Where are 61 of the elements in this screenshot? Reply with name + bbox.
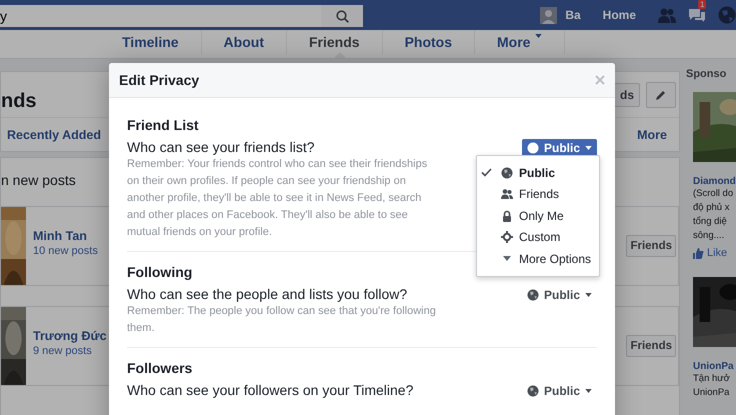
audience-option[interactable]: More Options [477,248,599,270]
search-button[interactable] [321,5,363,27]
friends-button[interactable]: Friends [626,235,676,257]
ad-title[interactable]: Diamond [693,176,736,187]
audience-selector[interactable]: Public [522,382,597,400]
audience-option[interactable]: Friends [477,184,599,205]
like-link[interactable]: Like [693,247,736,259]
close-icon [595,75,605,85]
friend-name[interactable]: Minh Tan [33,229,98,243]
audience-option[interactable]: Public [477,162,599,184]
ad-text: UnionPa [693,386,730,400]
section-heading: Friend List [127,117,200,133]
profile-tab[interactable]: Photos [382,30,476,54]
caret-icon [585,293,592,297]
sponsored-title: Sponso [686,68,728,80]
avatar-icon[interactable] [540,6,558,24]
privacy-question: Who can see the people and lists you follow? [127,285,408,303]
ad-text: sông.... [693,229,726,243]
messages-icon[interactable] [688,7,706,23]
dialog-title: Edit Privacy [119,72,200,88]
more-link[interactable]: More [637,128,667,142]
friend-name[interactable]: Trương Đức [33,329,107,343]
check-icon [481,168,492,177]
caret-icon [585,146,592,150]
audience-option[interactable]: Custom [477,226,599,248]
search-icon [336,10,348,22]
edit-button[interactable] [646,82,676,108]
posts-count[interactable]: 9 new posts [33,345,107,357]
privacy-question: Who can see your friends list? [127,138,316,156]
people-icon [501,188,513,200]
ad-text: (Scroll do [693,187,734,201]
caret-icon [503,256,511,262]
profile-tab[interactable]: Timeline [100,30,202,54]
subheading: n new posts [1,171,76,190]
audience-option[interactable]: Only Me [477,205,599,226]
caret-icon [535,34,542,38]
privacy-note: Remember: The people you follow can see that you're following them. [127,304,437,336]
ad-text: tổng diệ [693,215,728,229]
ad-title[interactable]: UnionPa [693,361,736,372]
section-heading: Followers [127,360,194,376]
profile-link[interactable]: Ba [565,8,581,22]
friends-button[interactable]: Friends [626,335,676,357]
ad-text: độ phủ x [693,201,730,215]
lock-icon [501,210,513,222]
caret-icon [585,389,592,393]
thumbs-up-icon [693,248,704,258]
filter-link[interactable]: Recently Added [7,128,102,142]
audience-selector[interactable]: Public [522,286,597,304]
search-field[interactable]: y [0,5,321,27]
home-link[interactable]: Home [602,8,636,22]
profile-tab[interactable]: About [202,30,287,54]
pencil-icon [656,90,666,100]
posts-count[interactable]: 10 new posts [33,245,98,257]
ad-text: Tận hưở [693,372,731,386]
section-heading: Following [127,264,194,280]
privacy-question: Who can see your followers on your Timeline? [127,381,414,399]
section-title: nds [1,90,37,113]
privacy-note: Remember: Your friends control who can see their friendships on their own profiles. If people can see your friendship on another profile, they'll be able to see it in News Feed, search and other places on Facebook. They'll also be able to see mutual friends on your profile. [127,157,428,240]
gear-icon [501,231,513,244]
profile-tab[interactable]: More [475,30,566,54]
notification-badge: 1 [698,0,706,9]
